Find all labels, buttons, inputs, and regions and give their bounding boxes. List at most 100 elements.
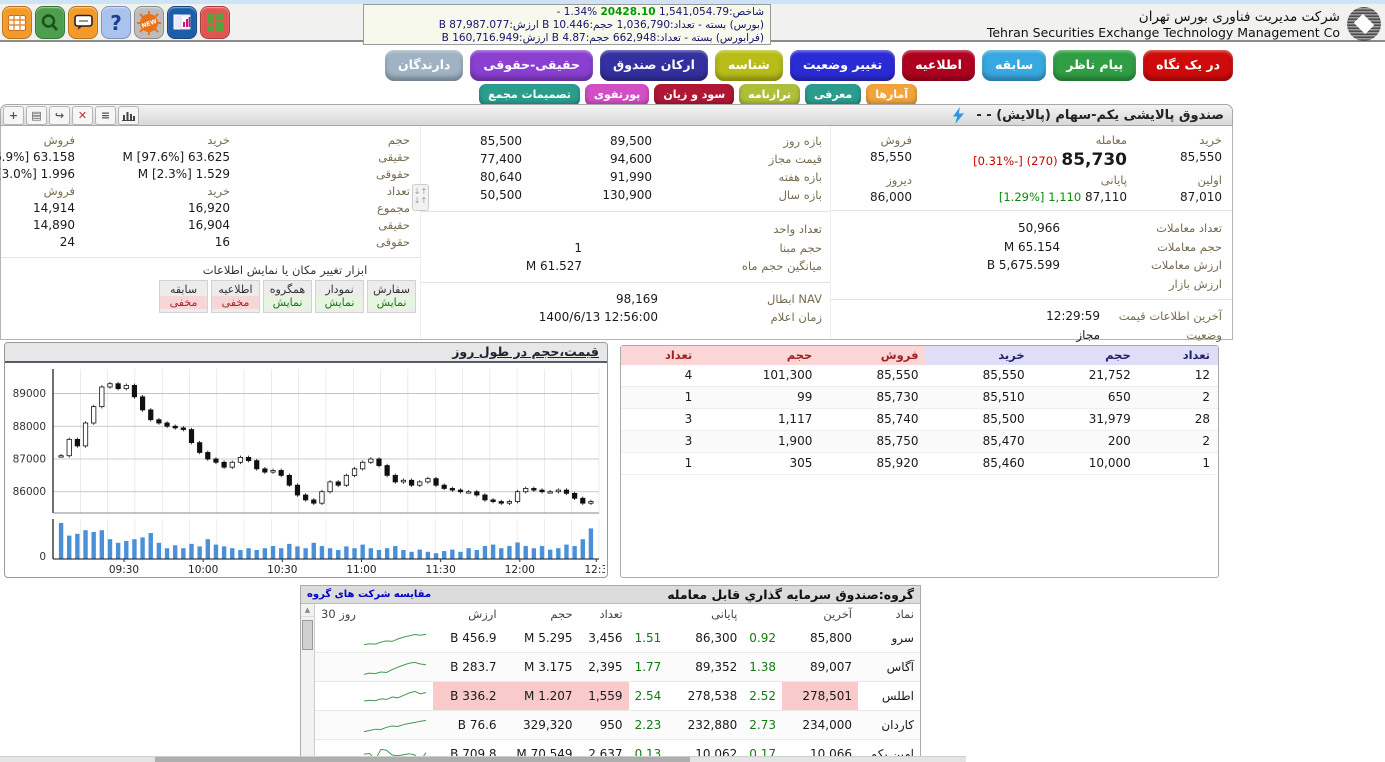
- tab-introduction[interactable]: معرفی: [804, 84, 862, 106]
- price-adjust-icon[interactable]: ↑↓ ↑↓: [412, 184, 429, 211]
- buy-label: خرید: [1199, 133, 1222, 147]
- year-range-high: 130,900: [602, 188, 652, 202]
- gh-value: ارزش: [468, 607, 497, 621]
- peer-symbol[interactable]: اطلس: [858, 681, 920, 711]
- tab-holders[interactable]: دارندگان: [384, 50, 464, 81]
- svg-text:86000: 86000: [13, 486, 46, 498]
- ct-sell-header2: فروش: [43, 184, 75, 198]
- last-change: (270): [1026, 154, 1058, 168]
- year-range-label: بازه سال: [778, 188, 822, 202]
- tab-identity[interactable]: شناسه: [714, 50, 783, 81]
- horizontal-scrollbar-thumb[interactable]: [155, 757, 690, 762]
- order-book-row: 1 10,000 85,460 85,920 305 1: [621, 452, 1218, 475]
- peer-symbol[interactable]: آگاس: [858, 652, 920, 682]
- tab-profit-loss[interactable]: سود و زیان: [654, 84, 735, 106]
- compare-group-link[interactable]: مقایسه شرکت های گروه: [307, 589, 431, 600]
- ob-sell-price-header: فروش: [820, 346, 927, 365]
- svg-text:87000: 87000: [13, 454, 46, 466]
- group-title: گروه:صندوق سرمایه گذاري قابل معامله: [667, 587, 914, 602]
- search-icon[interactable]: [35, 6, 65, 39]
- retail-buy-vol: 63.625 M [97.6%]: [122, 150, 230, 164]
- tab-portfolio[interactable]: پورتفوی: [584, 84, 650, 106]
- intraday-price-volume-chart: 89000 88000 87000 86000 0 09:30 10:00 10:30 11:0…: [13, 369, 607, 576]
- tab-assembly-decisions[interactable]: تصمیمات مجمع: [479, 84, 580, 106]
- notes-icon[interactable]: ≡: [95, 106, 116, 125]
- tab-bar-primary: در یک نگاه پیام ناظر سابقه اطلاعیه تغییر…: [384, 50, 1233, 81]
- allowed-price-high: 94,600: [610, 152, 652, 166]
- tab-overview[interactable]: در یک نگاه: [1143, 50, 1233, 81]
- week-range-label: بازه هفته: [778, 170, 822, 184]
- toggle-peers-button[interactable]: همگروه نمایش: [263, 280, 312, 313]
- ob-buy-count-header: تعداد: [1138, 346, 1218, 365]
- export-icon[interactable]: ↪: [49, 106, 70, 125]
- svg-text:11:30: 11:30: [426, 564, 456, 575]
- message-icon[interactable]: [68, 6, 98, 39]
- group-scrollbar-thumb[interactable]: [302, 620, 313, 650]
- tab-status-change[interactable]: تغییر وضعیت: [789, 50, 896, 81]
- peer-symbol[interactable]: کاردان: [858, 710, 920, 740]
- month-avg-volume-value: 61.527 M: [525, 259, 582, 273]
- add-icon[interactable]: +: [3, 106, 24, 125]
- nav-time-value: 12:56:00 1400/6/13: [538, 310, 658, 324]
- ob-sell-volume-header: حجم: [700, 346, 821, 365]
- book-chart-icon[interactable]: [167, 6, 197, 39]
- close-label: پایانی: [1100, 173, 1127, 187]
- new-badge-icon[interactable]: NEW: [134, 6, 164, 39]
- day-range-low: 85,500: [480, 134, 522, 148]
- toggle-history-button[interactable]: سابقه مخفی: [159, 280, 208, 313]
- horizontal-scrollbar[interactable]: [0, 756, 966, 762]
- toggle-orders-button[interactable]: سفارش نمایش: [367, 280, 416, 313]
- ct-buy-header: خرید: [207, 133, 230, 147]
- peer-symbol[interactable]: سرو: [858, 624, 920, 653]
- sparkline-30day: [363, 690, 426, 702]
- allowed-price-low: 77,400: [480, 152, 522, 166]
- tab-statistics[interactable]: آمارها: [866, 84, 917, 106]
- order-book-row: 2 650 85,510 85,730 99 1: [621, 386, 1218, 409]
- tab-fund-bodies[interactable]: ارکان صندوق: [600, 50, 708, 81]
- calculator-icon[interactable]: ▤: [26, 106, 47, 125]
- week-range-low: 80,640: [480, 170, 522, 184]
- chart-compare-icon[interactable]: ✕: [72, 106, 93, 125]
- close-change: 1,110: [1048, 190, 1082, 204]
- base-volume-value: 1: [574, 240, 582, 255]
- realtime-bolt-icon: [953, 106, 965, 124]
- retail-vol-label: حقیقی: [378, 150, 410, 164]
- toggle-chart-button[interactable]: نمودار نمایش: [315, 280, 364, 313]
- help-icon[interactable]: ?: [101, 6, 131, 39]
- svg-text:10:30: 10:30: [267, 564, 297, 575]
- bar-chart-icon[interactable]: [118, 106, 139, 125]
- trade-stats: تعداد معاملات 50,966 حجم معاملات 65.154 M …: [831, 211, 1232, 300]
- app-icon-toolbar: ? NEW: [2, 6, 230, 39]
- farabourse-line: (فرابورس) بسته - تعداد:662,948 حجم:4.87 …: [441, 31, 764, 44]
- first-label: اولین: [1197, 173, 1222, 187]
- peer-group-panel: گروه:صندوق سرمایه گذاري قابل معامله مقای…: [300, 585, 921, 762]
- tab-supervisor-message[interactable]: پیام ناظر: [1053, 50, 1137, 81]
- blocks-icon[interactable]: [200, 6, 230, 39]
- grid-table-icon[interactable]: [2, 6, 32, 39]
- order-book-row: 12 21,752 85,550 85,550 101,300 4: [621, 365, 1218, 387]
- company-name-fa: شرکت مدیریت فناوری بورس تهران: [1138, 8, 1340, 25]
- toggle-notices-button[interactable]: اطلاعیه مخفی: [211, 280, 260, 313]
- order-book-row: 28 31,979 85,500 85,740 1,117 3: [621, 408, 1218, 431]
- scroll-up-arrow-icon[interactable]: ▲: [301, 604, 314, 617]
- gh-30day: 30 روز: [321, 607, 356, 621]
- tab-history[interactable]: سابقه: [981, 50, 1047, 81]
- unit-count-value: [429, 220, 582, 239]
- tab-retail-institutional[interactable]: حقیقی-حقوقی: [470, 50, 594, 81]
- gh-symbol: نماد: [895, 607, 914, 621]
- allowed-price-label: قیمت مجاز: [768, 152, 822, 166]
- month-avg-volume-label: میانگین حجم ماه: [741, 259, 822, 273]
- tab-balance-sheet[interactable]: ترازنامه: [739, 84, 800, 106]
- svg-text:0: 0: [39, 551, 46, 563]
- group-scrollbar[interactable]: ▲: [301, 604, 315, 761]
- tab-notice[interactable]: اطلاعیه: [902, 50, 975, 81]
- display-tools: ابزار تغییر مکان یا نمایش اطلاعات سفارش ن…: [154, 263, 416, 313]
- market-cap-value: [841, 275, 1060, 294]
- retail-sell-count: 14,890: [33, 218, 75, 232]
- gh-volume: حجم: [550, 607, 573, 621]
- retail-sell-vol: 63.158 M [96.9%]: [0, 150, 75, 164]
- instrument-title-bar: صندوق پالایشی یکم-سهام (پالایش) - - + ▤ …: [0, 104, 1233, 126]
- total-count-label: مجموع: [376, 201, 410, 215]
- trades-count-label: تعداد معاملات: [1156, 221, 1222, 235]
- trades-value-label: ارزش معاملات: [1150, 258, 1222, 272]
